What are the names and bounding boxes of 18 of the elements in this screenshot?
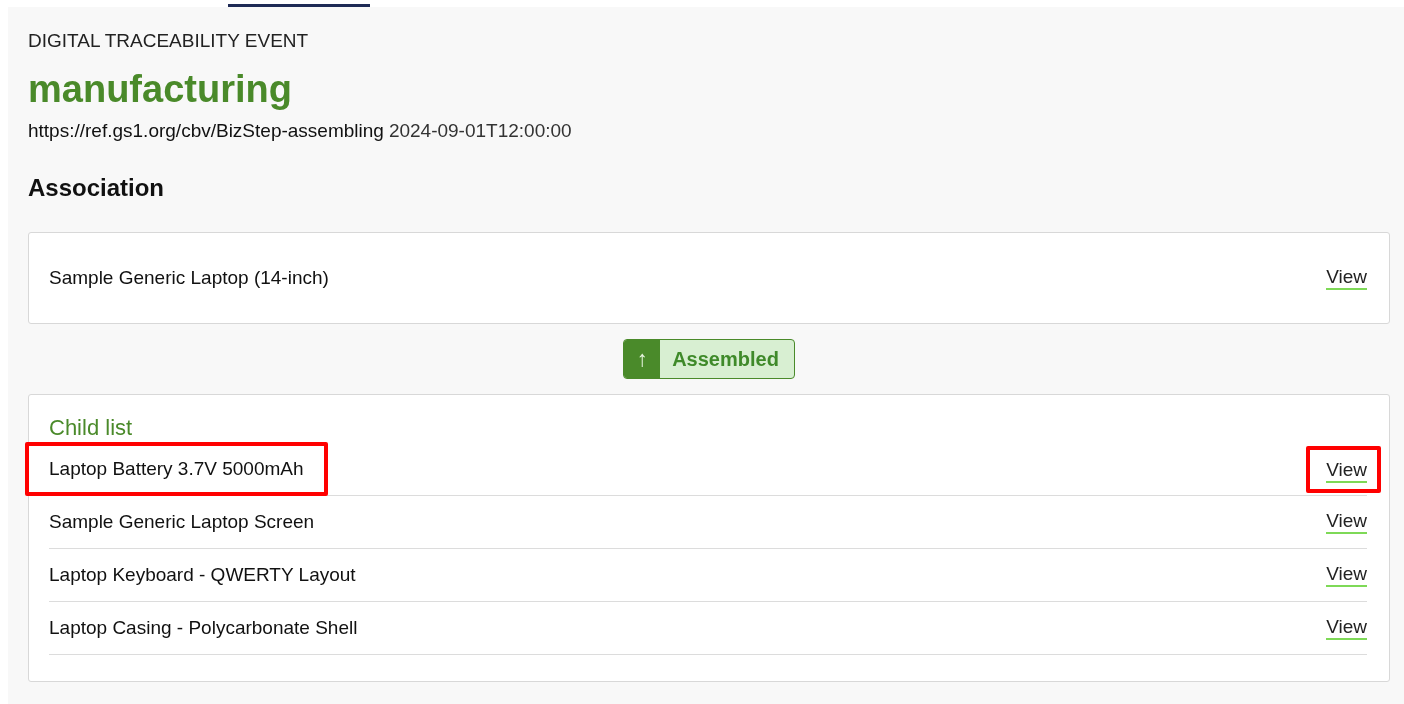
view-link[interactable]: View [1326, 459, 1367, 483]
parent-item-name: Sample Generic Laptop (14-inch) [49, 266, 329, 290]
event-title: manufacturing [28, 67, 293, 112]
child-item-name: Laptop Keyboard - QWERTY Layout [49, 563, 356, 587]
child-item-name: Sample Generic Laptop Screen [49, 510, 315, 534]
section-heading: Association [28, 173, 166, 203]
child-item-name: Laptop Battery 3.7V 5000mAh [49, 457, 304, 481]
child-item-name: Laptop Casing - Polycarbonate Shell [49, 616, 358, 640]
view-link[interactable]: View [1326, 510, 1367, 534]
biz-step-url: https://ref.gs1.org/cbv/BizStep-assembling [28, 119, 384, 143]
arrow-up-icon: ↑ [624, 340, 661, 378]
child-list-heading: Child list [49, 414, 134, 442]
view-link[interactable]: View [1326, 563, 1367, 587]
badge-label: Assembled [671, 346, 780, 372]
event-type-label: DIGITAL TRACEABILITY EVENT [28, 29, 310, 53]
event-timestamp: 2024-09-01T12:00:00 [388, 119, 572, 143]
view-link[interactable]: View [1326, 266, 1367, 290]
view-link[interactable]: View [1326, 616, 1367, 640]
